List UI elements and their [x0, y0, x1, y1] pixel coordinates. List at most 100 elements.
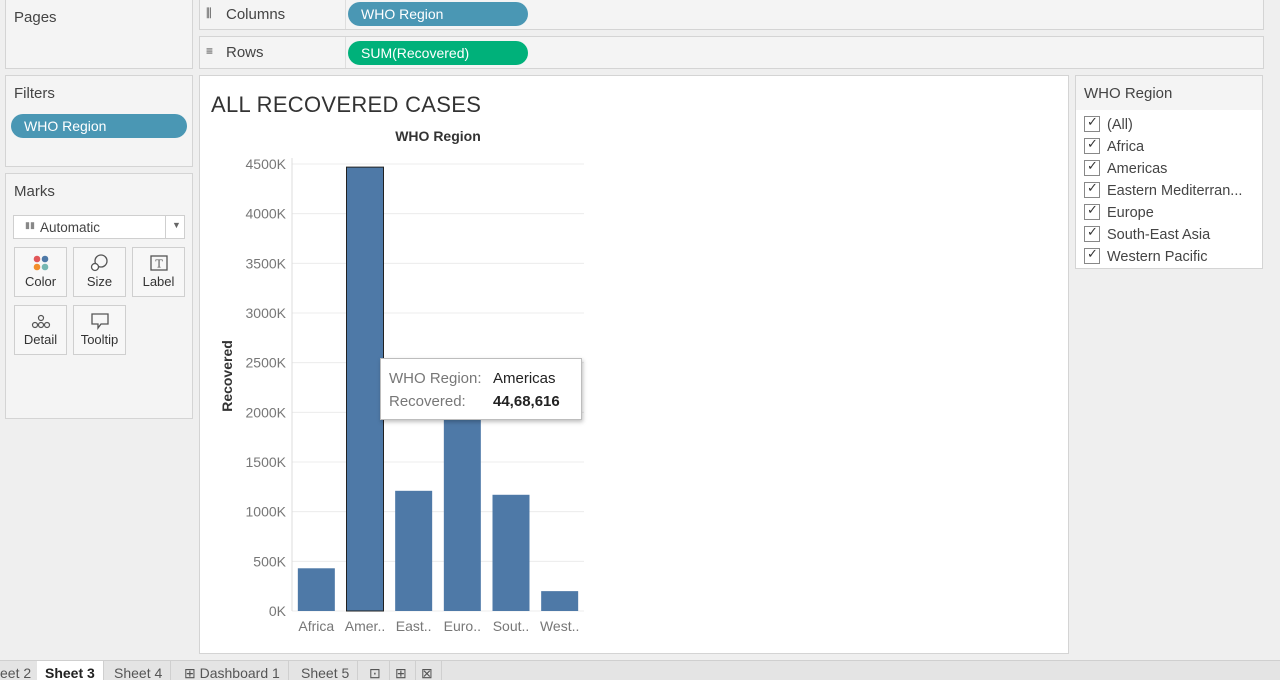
- rows-label: Rows: [226, 44, 264, 61]
- filter-item-label: South-East Asia: [1107, 227, 1211, 243]
- tooltip-recovered-value: 44,68,616: [493, 393, 560, 410]
- detail-label: Detail: [23, 332, 58, 347]
- tab-sheet-2[interactable]: eet 2: [0, 661, 41, 680]
- sheet-tab-bar: eet 2 Sheet 3 Sheet 4 ⊞ Dashboard 1 Shee…: [0, 660, 1280, 680]
- filter-item-label: Europe: [1107, 205, 1154, 221]
- filter-card-title: WHO Region: [1076, 76, 1262, 110]
- filter-item[interactable]: Africa: [1084, 136, 1145, 158]
- checkbox-checked-icon[interactable]: [1084, 158, 1100, 176]
- tab-dashboard-1-label: Dashboard 1: [199, 665, 280, 680]
- marks-title: Marks: [14, 183, 55, 200]
- tooltip-region-value: Americas: [493, 370, 556, 387]
- columns-icon: ⫼: [206, 6, 212, 20]
- mark-type-value: Automatic: [40, 220, 101, 235]
- filters-title: Filters: [14, 85, 55, 102]
- tooltip-icon: [74, 306, 125, 332]
- new-worksheet-icon[interactable]: ⊡: [361, 661, 390, 680]
- size-button[interactable]: Size: [73, 247, 126, 297]
- checkbox-checked-icon[interactable]: [1084, 136, 1100, 154]
- checkbox-checked-icon[interactable]: [1084, 246, 1100, 264]
- columns-pill-who-region[interactable]: WHO Region: [348, 2, 528, 26]
- x-tick-label: West..: [540, 618, 579, 634]
- filters-panel[interactable]: Filters WHO Region: [5, 75, 193, 167]
- bar[interactable]: [443, 418, 481, 611]
- bar[interactable]: [541, 591, 579, 611]
- shelf-divider: [345, 37, 346, 68]
- checkbox-checked-icon[interactable]: [1084, 180, 1100, 198]
- filter-item-label: Americas: [1107, 161, 1168, 177]
- detail-button[interactable]: Detail: [14, 305, 67, 355]
- label-button[interactable]: T Label: [132, 247, 185, 297]
- bar[interactable]: [492, 494, 530, 611]
- new-dashboard-icon[interactable]: ⊞: [387, 661, 416, 680]
- y-tick-label: 0K: [269, 603, 287, 619]
- worksheet-canvas[interactable]: ALL RECOVERED CASES WHO Region Recovered 0…: [199, 75, 1069, 654]
- y-tick-label: 3000K: [246, 305, 287, 321]
- filter-item-label: (All): [1107, 117, 1133, 133]
- columns-label: Columns: [226, 6, 286, 23]
- tab-sheet-4[interactable]: Sheet 4: [106, 661, 172, 680]
- size-label: Size: [86, 274, 113, 289]
- chart-tooltip: WHO Region: Americas Recovered: 44,68,61…: [380, 358, 582, 420]
- color-button[interactable]: Color: [14, 247, 67, 297]
- checkbox-checked-icon[interactable]: [1084, 114, 1100, 132]
- bar[interactable]: [346, 166, 384, 612]
- x-tick-label: East..: [396, 618, 432, 634]
- filter-pill-who-region[interactable]: WHO Region: [11, 114, 187, 138]
- filter-item-label: Western Pacific: [1107, 249, 1208, 265]
- y-tick-label: 4500K: [246, 156, 287, 172]
- checkbox-checked-icon[interactable]: [1084, 224, 1100, 242]
- filter-item[interactable]: Eastern Mediterran...: [1084, 180, 1243, 202]
- y-tick-label: 2500K: [246, 355, 287, 371]
- filter-item[interactable]: Europe: [1084, 202, 1154, 224]
- text-label-icon: T: [133, 248, 184, 274]
- y-axis-label: Recovered: [219, 340, 235, 412]
- marks-panel[interactable]: Marks ▮▮ Automatic ▼ Color Size T Label …: [5, 173, 193, 419]
- mark-type-dropdown[interactable]: ▮▮ Automatic ▼: [13, 215, 185, 239]
- rows-shelf[interactable]: ≡ Rows SUM(Recovered): [199, 36, 1264, 69]
- filter-item[interactable]: South-East Asia: [1084, 224, 1211, 246]
- filter-item[interactable]: (All): [1084, 114, 1133, 136]
- tab-dashboard-1[interactable]: ⊞ Dashboard 1: [176, 661, 289, 680]
- bar[interactable]: [395, 490, 433, 611]
- y-tick-label: 3500K: [246, 255, 287, 271]
- tooltip-recovered-key: Recovered:: [389, 393, 466, 410]
- tab-sheet-5[interactable]: Sheet 5: [293, 661, 359, 680]
- detail-icon: [15, 306, 66, 332]
- x-tick-label: Euro..: [444, 618, 481, 634]
- columns-shelf[interactable]: ⫼ Columns WHO Region: [199, 0, 1264, 30]
- tooltip-button[interactable]: Tooltip: [73, 305, 126, 355]
- filter-item[interactable]: Western Pacific: [1084, 246, 1208, 268]
- pages-title: Pages: [14, 9, 57, 26]
- y-tick-label: 4000K: [246, 206, 287, 222]
- pages-panel[interactable]: Pages: [5, 0, 193, 69]
- x-tick-label: Africa: [298, 618, 334, 634]
- y-tick-label: 500K: [253, 553, 286, 569]
- filter-item-label: Africa: [1107, 139, 1145, 155]
- y-tick-label: 2000K: [246, 404, 287, 420]
- bar-chart-icon: ▮▮: [25, 220, 35, 230]
- dashboard-icon: ⊞: [184, 665, 200, 680]
- y-tick-label: 1500K: [246, 454, 287, 470]
- y-tick-label: 1000K: [246, 504, 287, 520]
- color-icon: [15, 248, 66, 274]
- size-icon: [74, 248, 125, 274]
- svg-text:T: T: [155, 258, 163, 271]
- rows-pill-sum-recovered[interactable]: SUM(Recovered): [348, 41, 528, 65]
- dropdown-divider: [165, 216, 166, 238]
- chevron-down-icon: ▼: [172, 220, 181, 230]
- bar[interactable]: [297, 568, 335, 611]
- tab-sheet-3[interactable]: Sheet 3: [37, 661, 104, 680]
- shelf-divider: [345, 0, 346, 29]
- bar-chart[interactable]: WHO Region Recovered 0K 500K 1000K 1500K 2000K…: [200, 76, 1068, 653]
- filter-item[interactable]: Americas: [1084, 158, 1168, 180]
- checkbox-checked-icon[interactable]: [1084, 202, 1100, 220]
- label-label: Label: [142, 274, 175, 289]
- who-region-filter-card[interactable]: WHO Region (All) Africa Americas Eastern Me…: [1075, 75, 1263, 269]
- filter-item-label: Eastern Mediterran...: [1107, 183, 1243, 199]
- tooltip-region-key: WHO Region:: [389, 370, 482, 387]
- x-tick-label: Amer..: [345, 618, 385, 634]
- rows-icon: ≡: [206, 44, 214, 58]
- chart-header-title: WHO Region: [395, 128, 481, 144]
- new-story-icon[interactable]: ⊠: [413, 661, 442, 680]
